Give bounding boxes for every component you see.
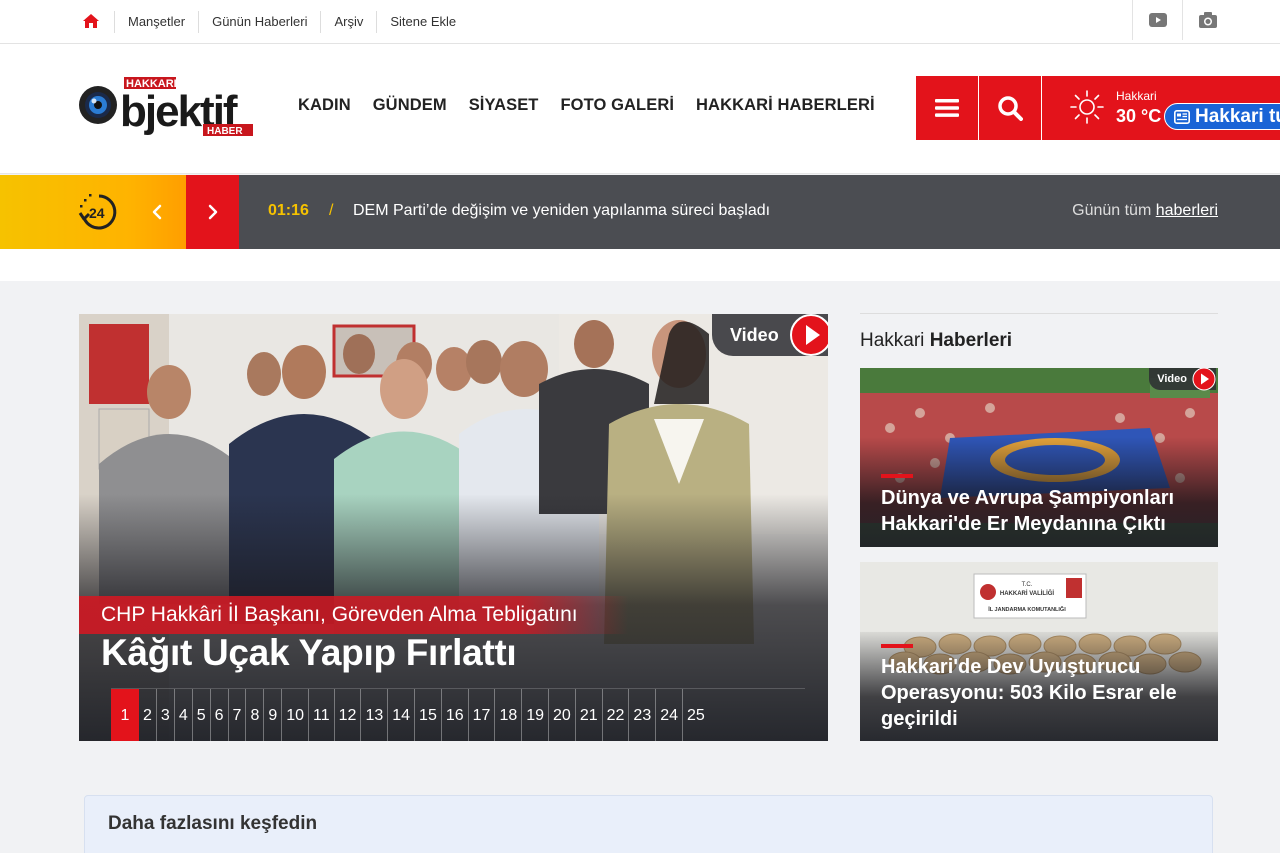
- clock-24-icon: 24: [78, 194, 117, 230]
- site-logo[interactable]: HAKKARI bjektif HABER: [78, 74, 258, 144]
- svg-text:HAKKARİ VALİLİĞİ: HAKKARİ VALİLİĞİ: [1000, 589, 1055, 597]
- section-title: Hakkari Haberleri: [860, 313, 1218, 352]
- pager-item[interactable]: 25: [683, 689, 709, 742]
- main-nav: KADIN GÜNDEM SİYASET FOTO GALERİ HAKKARİ…: [298, 96, 875, 115]
- sun-icon: [1070, 90, 1104, 124]
- nav-siyaset[interactable]: SİYASET: [469, 96, 539, 115]
- pager-item[interactable]: 12: [335, 688, 362, 741]
- breaking-time: 01:16: [268, 202, 309, 219]
- slider-subtitle[interactable]: CHP Hakkâri İl Başkanı, Görevden Alma Te…: [79, 596, 628, 634]
- top-bar: Manşetler Günün Haberleri Arşiv Sitene E…: [0, 0, 1280, 44]
- top-links: Manşetler Günün Haberleri Arşiv Sitene E…: [114, 0, 469, 44]
- all-news-prefix: Günün tüm: [1072, 202, 1152, 219]
- pager-item[interactable]: 21: [576, 688, 603, 741]
- all-news-link[interactable]: Günün tüm haberleri: [1072, 202, 1218, 220]
- svg-text:HABER: HABER: [207, 126, 243, 137]
- breaking-separator: /: [329, 202, 334, 219]
- pager-item[interactable]: 18: [495, 688, 523, 741]
- news-chip-label: Hakkari tu: [1195, 105, 1280, 127]
- pager-item[interactable]: 13: [361, 688, 389, 741]
- news-chip[interactable]: Hakkari tu: [1164, 103, 1280, 130]
- video-badge: Video: [712, 314, 828, 356]
- nav-foto-galeri[interactable]: FOTO GALERİ: [560, 96, 674, 115]
- pager-item[interactable]: 11: [309, 688, 335, 741]
- pager-item[interactable]: 10: [282, 688, 310, 741]
- pager-item[interactable]: 4: [175, 688, 193, 741]
- card-title[interactable]: Dünya ve Avrupa Şampiyonları Hakkari'de …: [881, 485, 1201, 537]
- section-title-bold: Haberleri: [929, 330, 1013, 351]
- search-button[interactable]: [979, 76, 1041, 140]
- headline-slider[interactable]: Video CHP Hakkâri İl Başkanı, Görevden A…: [79, 314, 828, 741]
- slider-title[interactable]: Kâğıt Uçak Yapıp Fırlattı: [101, 632, 517, 674]
- pager-item[interactable]: 3: [157, 688, 175, 741]
- menu-icon: [935, 99, 959, 117]
- news-card[interactable]: Video Dünya ve Avrupa Şampiyonları Hakka…: [860, 368, 1218, 547]
- pager-item[interactable]: 9: [264, 688, 283, 741]
- weather-temp: 30 °C: [1116, 106, 1162, 126]
- pager-item[interactable]: 16: [442, 688, 469, 741]
- play-icon: [1192, 368, 1216, 391]
- pager-item[interactable]: 14: [388, 688, 416, 741]
- news-card[interactable]: T.C. HAKKARİ VALİLİĞİ İL JANDARMA KOMUTA…: [860, 562, 1218, 741]
- nav-kadin[interactable]: KADIN: [298, 96, 351, 115]
- home-icon[interactable]: [82, 12, 100, 30]
- explore-more-label: Daha fazlasını keşfedin: [108, 813, 318, 834]
- svg-text:24: 24: [89, 205, 105, 221]
- youtube-link[interactable]: [1132, 0, 1182, 40]
- section-title-plain: Hakkari: [860, 330, 925, 351]
- top-link-mansetler[interactable]: Manşetler: [114, 11, 198, 33]
- weather-widget[interactable]: Hakkari 30 °C Hakkari tu: [1042, 76, 1280, 140]
- pager-item[interactable]: 6: [211, 688, 229, 741]
- pager-item[interactable]: 24: [656, 688, 684, 741]
- pager-item[interactable]: 17: [469, 688, 496, 741]
- pager-item[interactable]: 8: [246, 688, 265, 741]
- instagram-link[interactable]: [1182, 0, 1232, 40]
- top-link-arsiv[interactable]: Arşiv: [320, 11, 376, 33]
- menu-button[interactable]: [916, 76, 978, 140]
- pager-item[interactable]: 7: [229, 688, 247, 741]
- nav-gundem[interactable]: GÜNDEM: [373, 96, 447, 115]
- news-icon: [1174, 109, 1190, 124]
- social-links: [1132, 0, 1232, 44]
- video-badge-label: Video: [730, 324, 779, 345]
- top-link-gunun-haberleri[interactable]: Günün Haberleri: [198, 11, 320, 33]
- chevron-left-icon: [152, 204, 162, 220]
- breaking-prev-button[interactable]: [139, 175, 175, 249]
- pager-item[interactable]: 1: [111, 688, 139, 741]
- card-title[interactable]: Hakkari'de Dev Uyuşturucu Operasyonu: 50…: [881, 654, 1201, 732]
- breaking-news-bar: 24 01:16 / DEM Parti’de değişim ve yenid…: [0, 175, 1280, 249]
- camera-icon: [1198, 12, 1217, 28]
- breaking-headline[interactable]: DEM Parti’de değişim ve yeniden yapılanm…: [353, 202, 770, 220]
- pager-item[interactable]: 22: [603, 688, 630, 741]
- pager-item[interactable]: 19: [522, 688, 550, 741]
- svg-text:T.C.: T.C.: [1022, 582, 1033, 588]
- pager-item[interactable]: 15: [415, 688, 442, 741]
- weather-city: Hakkari: [1116, 89, 1157, 103]
- search-icon: [998, 96, 1023, 121]
- pager-item[interactable]: 23: [629, 688, 657, 741]
- chevron-right-icon: [208, 204, 217, 220]
- card-video-label: Video: [1157, 373, 1187, 385]
- youtube-icon: [1148, 13, 1167, 27]
- pager-item[interactable]: 2: [139, 688, 157, 741]
- slider-pager: 1 2 3 4 5 6 7 8 9 10 11 12 13 14 15 16 1…: [111, 688, 805, 741]
- explore-more-box[interactable]: Daha fazlasını keşfedin: [84, 795, 1213, 853]
- spacer-strip: [0, 249, 1280, 281]
- card-video-badge: Video: [1149, 368, 1216, 391]
- top-link-sitene-ekle[interactable]: Sitene Ekle: [376, 11, 469, 33]
- card-accent-bar: [881, 644, 913, 648]
- site-header: HAKKARI bjektif HABER KADIN GÜNDEM SİYAS…: [0, 44, 1280, 174]
- pager-item[interactable]: 5: [193, 688, 211, 741]
- nav-hakkari-haberleri[interactable]: HAKKARİ HABERLERİ: [696, 96, 875, 115]
- pager-item[interactable]: 20: [549, 688, 576, 741]
- play-icon: [789, 314, 828, 356]
- svg-text:İL JANDARMA KOMUTANLIĞI: İL JANDARMA KOMUTANLIĞI: [988, 605, 1066, 613]
- all-news-link-text[interactable]: haberleri: [1156, 202, 1218, 219]
- card-accent-bar: [881, 474, 913, 478]
- breaking-next-button[interactable]: [186, 175, 239, 249]
